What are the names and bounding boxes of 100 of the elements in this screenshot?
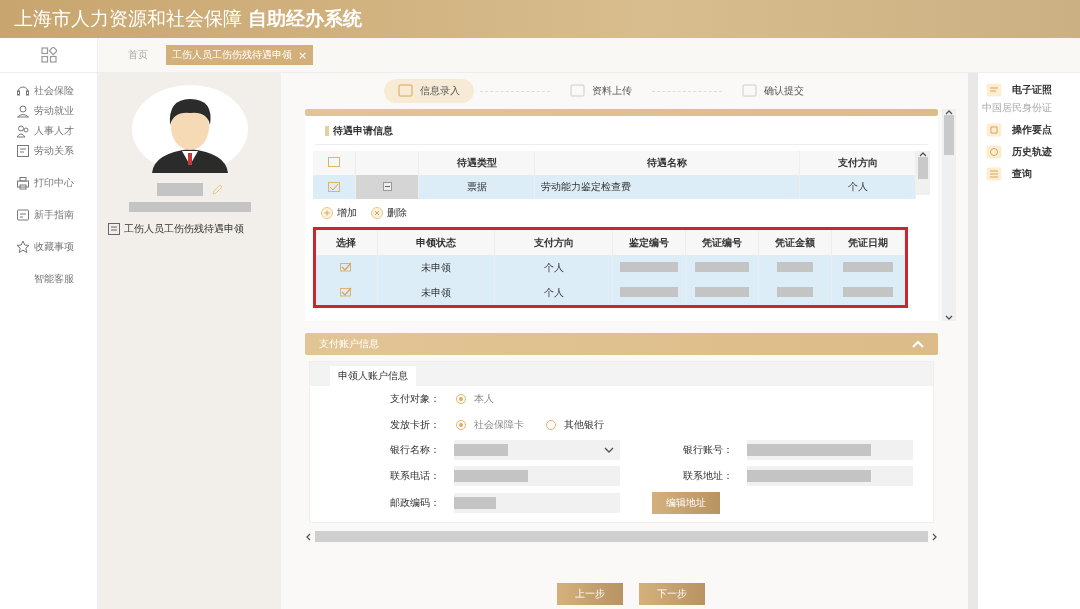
delete-icon (371, 207, 383, 219)
redaction-bar (777, 261, 813, 272)
side-link[interactable]: 查询 (986, 167, 1052, 181)
form-icon (397, 84, 414, 98)
column-header: 待遇类型 (418, 151, 535, 175)
app-title: 上海市人力资源和社会保障 自助经办系统 (14, 6, 363, 31)
table-cell: 个人 (799, 175, 916, 199)
redaction-bar (695, 286, 749, 297)
scrollbar[interactable] (916, 151, 930, 195)
card-icon (986, 83, 1002, 97)
redaction-bar (620, 261, 678, 272)
side-link[interactable]: 电子证照 (986, 83, 1052, 97)
collapse-icon[interactable] (382, 181, 392, 191)
checkbox[interactable] (340, 286, 353, 297)
document-icon (16, 144, 30, 158)
add-icon (321, 207, 333, 219)
star-icon (16, 240, 30, 254)
table-cell: 未申领 (377, 280, 495, 305)
table-cell: 票据 (418, 175, 535, 199)
field-label: 邮政编码： (390, 496, 441, 510)
toolbar-button[interactable]: 删除 (371, 206, 407, 220)
column-header: 凭证编号 (685, 230, 759, 255)
scrollbar[interactable] (942, 109, 956, 321)
input-field[interactable] (454, 493, 620, 513)
redaction-bar (777, 286, 813, 297)
select-field[interactable] (454, 440, 620, 460)
side-link[interactable]: 操作要点 (986, 123, 1052, 137)
headset-icon (16, 84, 30, 98)
note-icon (986, 123, 1002, 137)
table-cell: 劳动能力鉴定检查费 (534, 175, 800, 199)
checkbox[interactable] (328, 181, 340, 192)
input-field[interactable] (747, 466, 913, 486)
column-header: 支付方向 (495, 230, 613, 255)
column-header: 申领状态 (377, 230, 495, 255)
section-title: 支付账户信息 (319, 337, 379, 351)
checkbox[interactable] (340, 261, 353, 272)
input-field[interactable] (454, 466, 620, 486)
scroll-right-icon[interactable] (932, 532, 938, 541)
form-icon (108, 223, 120, 235)
field-label: 银行账号： (683, 443, 734, 457)
field-label: 银行名称： (390, 443, 441, 457)
radio-label: 本人 (474, 392, 494, 406)
radio-button[interactable] (456, 420, 466, 430)
redaction-bar (695, 261, 749, 272)
redaction-bar (843, 286, 893, 297)
list-icon (986, 167, 1002, 181)
table-cell: 未申领 (377, 255, 495, 280)
nav-item[interactable]: 收藏事项 (0, 239, 97, 255)
radio-button[interactable] (456, 394, 466, 404)
column-header: 凭证日期 (831, 230, 905, 255)
nav-item[interactable]: 社会保险 (0, 83, 97, 99)
column-header: 待遇名称 (534, 151, 800, 175)
avatar-icon (131, 85, 248, 173)
section-title: 待遇申请信息 (333, 124, 393, 138)
redaction-bar (620, 286, 678, 297)
scroll-left-icon[interactable] (305, 532, 311, 541)
apps-icon[interactable] (40, 47, 57, 63)
guide-icon (16, 208, 30, 222)
toolbar-button[interactable]: 增加 (321, 206, 357, 220)
field-label: 支付对象： (390, 392, 441, 406)
column-header: 鉴定编号 (612, 230, 686, 255)
nav-item[interactable]: 智能客服 (0, 271, 97, 287)
nav-item[interactable]: 劳动就业 (0, 103, 97, 119)
form-icon (569, 84, 586, 98)
nav-item[interactable]: 打印中心 (0, 175, 97, 191)
column-header: 凭证金额 (758, 230, 832, 255)
clock-icon (986, 145, 1002, 159)
document-link[interactable]: 中国居民身份证 (982, 101, 1052, 115)
redaction-bar (843, 261, 893, 272)
scroll-up-icon[interactable] (919, 151, 928, 157)
column-header: 支付方向 (799, 151, 916, 175)
table-cell: 个人 (495, 280, 613, 305)
field-label: 联系地址： (683, 469, 734, 483)
step[interactable]: 确认提交 (727, 79, 818, 103)
person-icon (16, 104, 30, 118)
column-header: 选择 (316, 230, 378, 255)
people-icon (16, 124, 30, 138)
scroll-up-icon[interactable] (945, 109, 953, 115)
input-field[interactable] (747, 440, 913, 460)
side-link[interactable]: 历史轨迹 (986, 145, 1052, 159)
field-label: 发放卡折： (390, 418, 441, 432)
scroll-down-icon[interactable] (945, 315, 953, 321)
step[interactable]: 资料上传 (555, 79, 646, 103)
step[interactable]: 信息录入 (383, 79, 474, 103)
printer-icon (16, 176, 30, 190)
scroll-thumb[interactable] (944, 115, 954, 155)
tab[interactable]: 申领人账户信息 (330, 366, 416, 386)
nav-item[interactable]: 新手指南 (0, 207, 97, 223)
radio-label: 社会保障卡 (474, 418, 524, 432)
table-cell: 个人 (495, 255, 613, 280)
redaction-bar (156, 183, 203, 196)
nav-item[interactable]: 人事人才 (0, 123, 97, 139)
chevron-icon[interactable] (604, 447, 614, 453)
field-label: 联系电话： (390, 469, 441, 483)
edit-icon[interactable] (210, 183, 223, 196)
checkbox[interactable] (328, 157, 340, 167)
form-icon (741, 84, 758, 98)
scroll-thumb[interactable] (918, 157, 929, 179)
radio-button[interactable] (546, 420, 556, 430)
nav-item[interactable]: 劳动关系 (0, 143, 97, 159)
